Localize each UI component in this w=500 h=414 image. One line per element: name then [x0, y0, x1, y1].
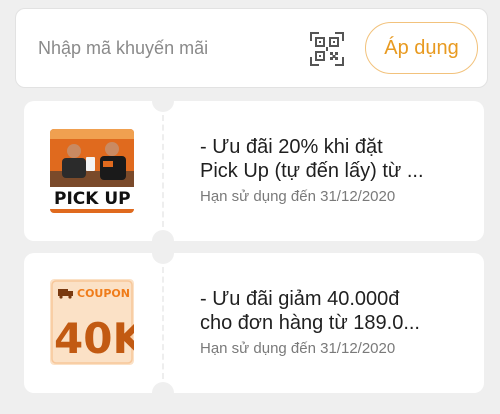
coupon-card-pickup[interactable]: PICK UP - Ưu đãi 20% khi đặt Pick Up (tự…	[24, 90, 484, 252]
coupon-title: - Ưu đãi giảm 40.000đ cho đơn hàng từ 18…	[200, 288, 420, 334]
promo-code-bar: Áp dụng	[15, 8, 488, 88]
coupon-badge-text: COUPON	[77, 287, 130, 300]
coupon-expiry: Hạn sử dụng đến 31/12/2020	[200, 340, 396, 357]
ticket-divider	[162, 115, 164, 227]
promo-code-input[interactable]	[38, 33, 288, 63]
ticket-notch	[152, 242, 174, 264]
coupon-expiry: Hạn sử dụng đến 31/12/2020	[200, 188, 396, 205]
pickup-coupon-image: PICK UP	[50, 129, 134, 213]
ticket-notch	[152, 382, 174, 404]
coupon-40k-image: COUPON 40K	[50, 279, 134, 365]
ticket-divider	[162, 267, 164, 379]
qr-code-icon[interactable]	[309, 31, 345, 67]
pickup-badge-text: PICK UP	[54, 189, 131, 209]
coupon-title: - Ưu đãi 20% khi đặt Pick Up (tự đến lấy…	[200, 136, 424, 182]
coupon-amount-text: 40K	[54, 314, 134, 363]
apply-button[interactable]: Áp dụng	[365, 22, 478, 74]
ticket-notch	[152, 90, 174, 112]
coupon-card-40k[interactable]: COUPON 40K - Ưu đãi giảm 40.000đ cho đơn…	[24, 242, 484, 404]
